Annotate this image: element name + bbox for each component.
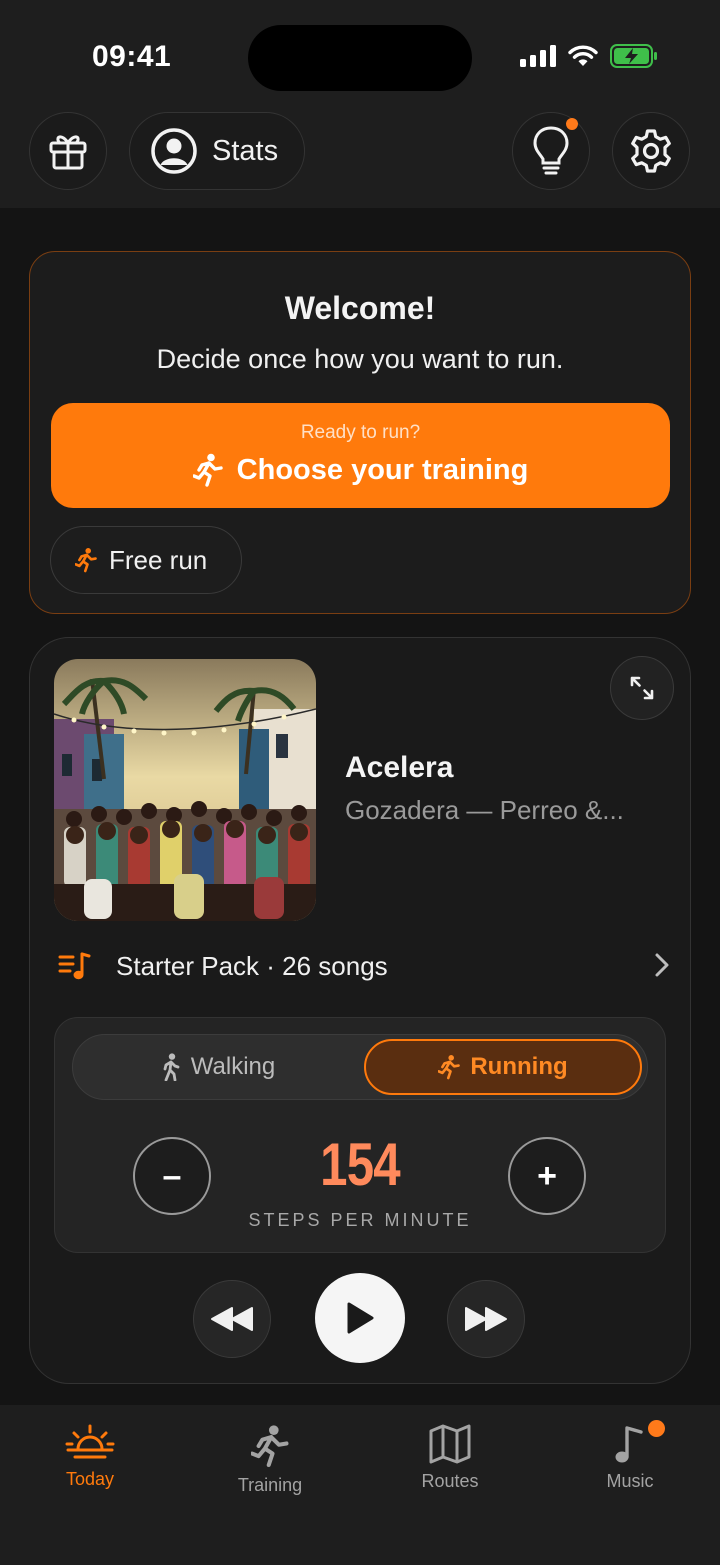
stats-button[interactable]: Stats	[129, 112, 305, 190]
rewind-icon	[211, 1307, 253, 1331]
song-artist: Gozadera — Perreo &...	[345, 795, 624, 825]
chevron-right-icon	[655, 953, 669, 977]
tips-button[interactable]	[512, 112, 590, 190]
cta-content: Choose your training	[51, 453, 670, 487]
tab-music[interactable]: Music	[540, 1423, 720, 1492]
map-icon	[429, 1424, 471, 1464]
walking-label: Walking	[190, 1053, 276, 1080]
tab-training-label: Training	[237, 1475, 303, 1495]
runner-icon	[192, 453, 223, 487]
runner-icon	[438, 1055, 461, 1080]
profile-icon	[151, 128, 197, 174]
free-run-button[interactable]: Free run	[50, 526, 242, 594]
play-button[interactable]	[315, 1273, 405, 1363]
top-bar: 09:41 Stats	[0, 0, 720, 208]
walker-icon	[163, 1053, 180, 1081]
free-run-label: Free run	[109, 544, 208, 575]
song-title: Acelera	[345, 751, 454, 784]
playlist-label: Starter Pack · 26 songs	[116, 950, 388, 981]
expand-player-button[interactable]	[610, 656, 674, 720]
tab-routes[interactable]: Routes	[360, 1423, 540, 1492]
lightbulb-icon	[533, 126, 569, 175]
tab-today-label: Today	[65, 1469, 115, 1489]
tab-today[interactable]: Today	[0, 1423, 180, 1490]
running-label: Running	[470, 1053, 568, 1080]
status-icons	[520, 44, 658, 68]
tab-routes-label: Routes	[421, 1471, 479, 1491]
music-note-icon	[615, 1426, 643, 1463]
music-player-card: Acelera Gozadera — Perreo &... Starter P…	[29, 637, 691, 1384]
runner-icon	[251, 1425, 289, 1468]
tips-notification-dot	[566, 118, 578, 130]
cta-label: Choose your training	[236, 453, 529, 486]
cadence-panel: Walking Running – 154 STEPS PER MINUTE +	[54, 1017, 666, 1253]
tab-bar: Today Training Routes Music	[0, 1405, 720, 1565]
album-art[interactable]	[54, 659, 316, 921]
music-notification-dot	[648, 1420, 665, 1437]
spm-label: STEPS PER MINUTE	[248, 1210, 472, 1230]
welcome-subtitle: Decide once how you want to run.	[156, 344, 564, 374]
battery-charging-icon	[610, 44, 657, 68]
gift-icon	[49, 135, 87, 170]
settings-button[interactable]	[612, 112, 690, 190]
wifi-icon	[568, 45, 598, 66]
signal-icon	[520, 45, 556, 67]
playlist-row[interactable]: Starter Pack · 26 songs	[58, 946, 670, 986]
running-mode-button[interactable]: Running	[364, 1039, 642, 1095]
runner-icon	[75, 548, 97, 573]
sunrise-icon	[65, 1424, 115, 1459]
dynamic-island	[248, 25, 472, 91]
choose-training-button[interactable]: Ready to run? Choose your training	[51, 403, 670, 508]
status-time: 09:41	[92, 40, 172, 73]
mode-segmented-control: Walking Running	[72, 1034, 648, 1100]
increase-spm-button[interactable]: +	[508, 1137, 586, 1215]
previous-button[interactable]	[193, 1280, 271, 1358]
expand-icon	[630, 676, 654, 700]
playlist-icon	[58, 952, 91, 980]
play-icon	[347, 1302, 374, 1334]
next-button[interactable]	[447, 1280, 525, 1358]
tab-music-label: Music	[606, 1471, 654, 1491]
plus-label: +	[537, 1156, 557, 1195]
welcome-card: Welcome! Decide once how you want to run…	[29, 251, 691, 614]
cta-caption: Ready to run?	[300, 422, 421, 443]
album-art-image	[54, 659, 316, 921]
fast-forward-icon	[465, 1307, 507, 1331]
gear-icon	[631, 129, 671, 173]
welcome-title: Welcome!	[284, 290, 436, 326]
stats-label: Stats	[212, 134, 279, 167]
tab-training[interactable]: Training	[180, 1423, 360, 1496]
gift-button[interactable]	[29, 112, 107, 190]
walking-mode-button[interactable]: Walking	[73, 1035, 363, 1099]
